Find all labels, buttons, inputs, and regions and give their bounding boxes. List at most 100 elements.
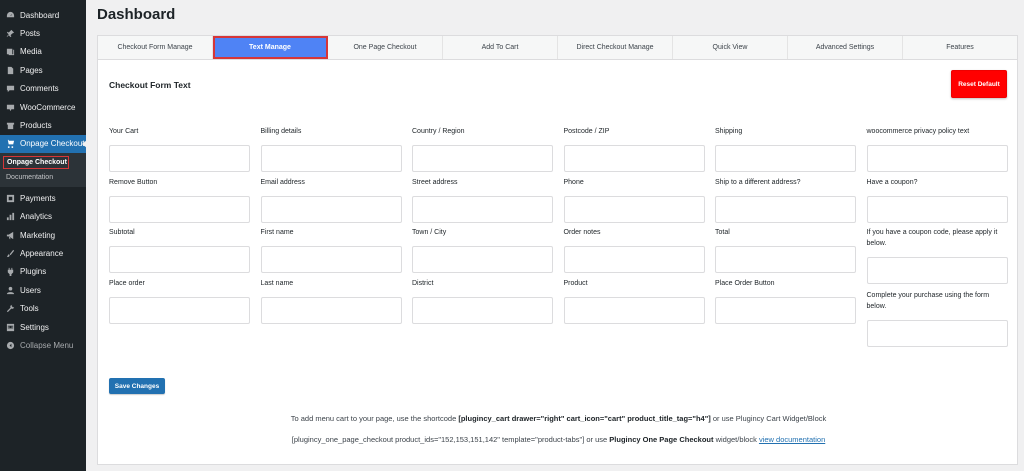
- users-icon: [5, 285, 16, 296]
- tab-features[interactable]: Features: [903, 36, 1017, 59]
- sidebar-item-label: Pages: [20, 65, 43, 75]
- tab-quick-view[interactable]: Quick View: [673, 36, 788, 59]
- field-label: District: [412, 280, 434, 287]
- sidebar-item-analytics[interactable]: Analytics: [0, 208, 86, 226]
- text-input[interactable]: [412, 196, 553, 223]
- text-input[interactable]: [563, 196, 705, 223]
- view-documentation-link[interactable]: view documentation: [759, 435, 825, 444]
- text-input[interactable]: [563, 297, 705, 324]
- text-input[interactable]: [109, 145, 250, 172]
- reset-default-button[interactable]: Reset Default: [951, 70, 1007, 98]
- shortcode-info-line-2: [plugincy_one_page_checkout product_ids=…: [98, 435, 1019, 444]
- submenu-onpage-checkout[interactable]: Onpage Checkout: [3, 156, 69, 170]
- sidebar-item-onpage-checkout[interactable]: Onpage Checkout: [0, 134, 87, 154]
- text-input[interactable]: [866, 145, 1008, 172]
- field-label: Your Cart: [109, 128, 139, 135]
- sidebar-item-dashboard[interactable]: Dashboard: [0, 6, 86, 24]
- tab-direct-checkout-manage[interactable]: Direct Checkout Manage: [558, 36, 673, 59]
- text-field: First name: [260, 227, 402, 273]
- text-input[interactable]: [866, 257, 1008, 284]
- megaphone-icon: [5, 230, 16, 241]
- text-field: Subtotal: [109, 227, 250, 273]
- sidebar-item-marketing[interactable]: Marketing: [0, 226, 86, 244]
- checkout-shortcode: [plugincy_one_page_checkout product_ids=…: [291, 435, 610, 444]
- text-input[interactable]: [715, 297, 856, 324]
- text-field: Your Cart: [109, 126, 250, 172]
- tab-text-manage[interactable]: Text Manage: [213, 36, 328, 59]
- page-title: Dashboard: [97, 6, 176, 23]
- text-input[interactable]: [866, 196, 1008, 223]
- field-label: Have a coupon?: [866, 179, 918, 186]
- tab-one-page-checkout[interactable]: One Page Checkout: [328, 36, 443, 59]
- collapse-icon: [5, 340, 16, 351]
- section-title: Checkout Form Text: [109, 80, 191, 90]
- text-input[interactable]: [715, 246, 856, 273]
- text-field: If you have a coupon code, please apply …: [866, 227, 1008, 284]
- sidebar-item-label: Users: [20, 285, 41, 295]
- text-input[interactable]: [109, 196, 250, 223]
- sidebar-item-tools[interactable]: Tools: [0, 299, 86, 317]
- sidebar-item-label: Onpage Checkout: [20, 139, 85, 149]
- text-input[interactable]: [109, 246, 250, 273]
- tab-checkout-form-manage[interactable]: Checkout Form Manage: [98, 36, 213, 59]
- field-label: Last name: [260, 280, 294, 287]
- text-field: Product: [563, 278, 705, 324]
- text-field: Shipping: [715, 126, 856, 172]
- text-input[interactable]: [260, 246, 402, 273]
- sidebar-item-label: Plugins: [20, 267, 47, 277]
- sidebar-item-payments[interactable]: Payments: [0, 189, 86, 207]
- text-input[interactable]: [260, 297, 402, 324]
- sidebar-item-collapse-menu[interactable]: Collapse Menu: [0, 336, 86, 354]
- tab-bar: Checkout Form Manage Text Manage One Page …: [98, 36, 1017, 60]
- text-field: Town / City: [412, 227, 553, 273]
- text-input[interactable]: [260, 145, 402, 172]
- text-field: Phone: [563, 177, 705, 223]
- submenu-documentation[interactable]: Documentation: [0, 170, 86, 184]
- save-changes-button[interactable]: Save Changes: [109, 378, 165, 394]
- dashboard-icon: [5, 10, 16, 21]
- text-input[interactable]: [109, 297, 250, 324]
- text-input[interactable]: [412, 246, 553, 273]
- field-label: Subtotal: [109, 229, 135, 236]
- text-input[interactable]: [715, 145, 856, 172]
- sidebar-item-label: Appearance: [20, 248, 64, 258]
- field-label: Total: [715, 229, 730, 236]
- sidebar-item-media[interactable]: Media: [0, 43, 86, 61]
- tab-advanced-settings[interactable]: Advanced Settings: [788, 36, 903, 59]
- sidebar-item-products[interactable]: Products: [0, 116, 86, 134]
- text-input[interactable]: [412, 145, 553, 172]
- sidebar-item-woocommerce[interactable]: WooCommerce: [0, 98, 86, 116]
- woocommerce-icon: [5, 102, 16, 113]
- sidebar-item-posts[interactable]: Posts: [0, 24, 86, 42]
- text-input[interactable]: [260, 196, 402, 223]
- sidebar-item-plugins[interactable]: Plugins: [0, 263, 86, 281]
- sidebar-item-comments[interactable]: Comments: [0, 80, 86, 98]
- text-field: Last name: [260, 278, 402, 324]
- text-input[interactable]: [412, 297, 553, 324]
- text-input[interactable]: [715, 196, 856, 223]
- sidebar-item-settings[interactable]: Settings: [0, 318, 86, 336]
- text-field: Order notes: [563, 227, 705, 273]
- field-label: Order notes: [563, 229, 601, 236]
- text-field: Remove Button: [109, 177, 250, 223]
- sidebar-item-pages[interactable]: Pages: [0, 61, 86, 79]
- tab-add-to-cart[interactable]: Add To Cart: [443, 36, 558, 59]
- sidebar-item-appearance[interactable]: Appearance: [0, 244, 86, 262]
- pin-icon: [5, 28, 16, 39]
- text-input[interactable]: [866, 320, 1008, 347]
- footer-text: To add menu cart to your page, use the s…: [290, 414, 459, 423]
- payments-icon: [5, 193, 16, 204]
- text-input[interactable]: [563, 246, 705, 273]
- media-icon: [5, 46, 16, 57]
- sidebar-item-label: Collapse Menu: [20, 340, 74, 350]
- field-label: Product: [563, 280, 588, 287]
- products-icon: [5, 120, 16, 131]
- comment-icon: [5, 83, 16, 94]
- text-input[interactable]: [563, 145, 705, 172]
- text-field: Total: [715, 227, 856, 273]
- brush-icon: [5, 248, 16, 259]
- sidebar-item-users[interactable]: Users: [0, 281, 86, 299]
- sidebar-item-label: Dashboard: [20, 10, 60, 20]
- field-label: Email address: [260, 179, 305, 186]
- wrench-icon: [5, 303, 16, 314]
